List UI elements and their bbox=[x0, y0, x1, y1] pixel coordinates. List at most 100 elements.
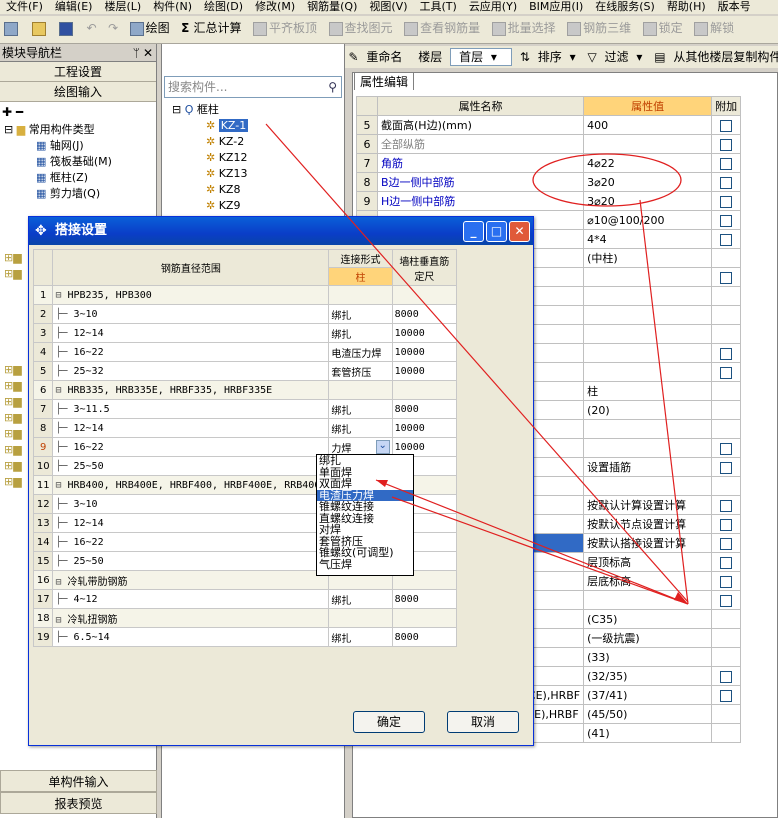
prop-value[interactable] bbox=[583, 419, 713, 439]
menu-item[interactable]: 版本号 bbox=[712, 0, 757, 14]
view-qty-button[interactable]: 查看钢筋量 bbox=[400, 16, 484, 40]
report-preview-button[interactable]: 报表预览 bbox=[0, 792, 157, 814]
prop-value[interactable]: 按默认节点设置计算 bbox=[583, 514, 713, 534]
expand-collapse-icons[interactable]: ✚ ━ bbox=[0, 102, 156, 122]
tree-item[interactable]: ✲ KZ12 bbox=[172, 150, 248, 166]
rename-button[interactable]: ✎ 重命名 bbox=[345, 46, 411, 68]
prop-value[interactable] bbox=[583, 438, 713, 458]
cancel-button[interactable]: 取消 bbox=[447, 711, 519, 733]
lap-row[interactable]: 7 ├─ 3~11.5 绑扎 8000 bbox=[32, 399, 458, 419]
filter-button[interactable]: ▽ 过滤 ▾ bbox=[583, 46, 646, 68]
tree-common-types[interactable]: ⊟ ▆ 常用构件类型 bbox=[0, 122, 156, 138]
attach-checkbox[interactable] bbox=[720, 461, 733, 474]
collapse-icon[interactable]: ⊟ bbox=[172, 103, 181, 116]
prop-value[interactable]: (37/41) bbox=[583, 685, 713, 705]
attach-checkbox[interactable] bbox=[720, 518, 733, 531]
sort-button[interactable]: ⇅ 排序 ▾ bbox=[516, 46, 580, 68]
floor-select[interactable]: 首层 ▾ bbox=[450, 48, 513, 66]
attach-checkbox[interactable] bbox=[720, 214, 733, 227]
attach-checkbox[interactable] bbox=[720, 575, 733, 588]
lap-length-cell[interactable]: 8000 bbox=[391, 589, 458, 609]
prop-value[interactable]: 4*4 bbox=[583, 229, 713, 249]
attach-checkbox[interactable] bbox=[720, 233, 733, 246]
menu-item[interactable]: 在线服务(S) bbox=[589, 0, 661, 14]
lap-length-cell[interactable]: 10000 bbox=[391, 361, 458, 381]
draw-button[interactable]: 绘图 bbox=[126, 16, 174, 40]
tree-item[interactable]: ✲ KZ13 bbox=[172, 166, 248, 182]
attach-checkbox[interactable] bbox=[720, 499, 733, 512]
flat-button[interactable]: 平齐板顶 bbox=[249, 16, 321, 40]
menu-item[interactable]: 云应用(Y) bbox=[463, 0, 523, 14]
prop-value[interactable] bbox=[583, 267, 713, 287]
lap-row[interactable]: 6 ⊟ HRB335, HRB335E, HRBF335, HRBF335E bbox=[32, 380, 458, 400]
prop-row[interactable]: 8 B边一侧中部筋 3⌀20 bbox=[356, 172, 742, 192]
dropdown-option[interactable]: 锥螺纹连接 bbox=[317, 501, 413, 513]
batch-button[interactable]: 批量选择 bbox=[488, 16, 560, 40]
menu-item[interactable]: 编辑(E) bbox=[49, 0, 99, 14]
attach-checkbox[interactable] bbox=[720, 195, 733, 208]
prop-value[interactable]: (一级抗震) bbox=[583, 628, 713, 648]
attach-checkbox[interactable] bbox=[720, 138, 733, 151]
lap-row[interactable]: 1 ⊟ HPB235, HPB300 bbox=[32, 285, 458, 305]
lap-row[interactable]: 17 ├─ 4~12 绑扎 8000 bbox=[32, 589, 458, 609]
copy-from-floor-button[interactable]: ▤ 从其他楼层复制构件 bbox=[650, 46, 778, 68]
prop-value[interactable]: (33) bbox=[583, 647, 713, 667]
single-input-button[interactable]: 单构件输入 bbox=[0, 770, 157, 792]
menu-item[interactable]: 帮助(H) bbox=[661, 0, 712, 14]
attach-checkbox[interactable] bbox=[720, 670, 733, 683]
lap-conn-cell[interactable]: 绑扎 bbox=[328, 399, 393, 419]
prop-value[interactable] bbox=[583, 134, 713, 154]
prop-value[interactable] bbox=[583, 590, 713, 610]
prop-row[interactable]: 6 全部纵筋 bbox=[356, 134, 742, 154]
lap-row[interactable]: 8 ├─ 12~14 绑扎 10000 bbox=[32, 418, 458, 438]
lap-conn-cell[interactable]: 绑扎 bbox=[328, 418, 393, 438]
lap-length-cell[interactable] bbox=[391, 608, 458, 628]
attach-checkbox[interactable] bbox=[720, 594, 733, 607]
project-settings-button[interactable]: 工程设置 bbox=[0, 62, 156, 82]
attach-checkbox[interactable] bbox=[720, 347, 733, 360]
lap-conn-cell[interactable]: 绑扎 bbox=[328, 589, 393, 609]
prop-value[interactable] bbox=[583, 362, 713, 382]
search-input[interactable]: 搜索构件... ⚲ bbox=[164, 76, 342, 98]
dropdown-option[interactable]: 双面焊 bbox=[317, 478, 413, 490]
prop-row[interactable]: 9 H边一侧中部筋 3⌀20 bbox=[356, 191, 742, 211]
lap-length-cell[interactable] bbox=[391, 285, 458, 305]
prop-value[interactable]: 按默认搭接设置计算 bbox=[583, 533, 713, 553]
lap-row[interactable]: 4 ├─ 16~22 电渣压力焊 10000 bbox=[32, 342, 458, 362]
collapse-icon[interactable]: ⊟ bbox=[55, 480, 67, 491]
tree-item[interactable]: ✲ KZ-1 bbox=[172, 118, 249, 134]
chevron-down-icon[interactable]: ⌄ bbox=[375, 440, 390, 454]
attach-checkbox[interactable] bbox=[720, 537, 733, 550]
collapse-icon[interactable]: ⊟ bbox=[55, 615, 67, 626]
lap-length-cell[interactable]: 10000 bbox=[391, 342, 458, 362]
lap-conn-cell[interactable]: 绑扎 bbox=[328, 627, 393, 647]
sum-button[interactable]: Σ 汇总计算 bbox=[177, 16, 245, 40]
attach-checkbox[interactable] bbox=[720, 689, 733, 702]
lap-length-cell[interactable]: 8000 bbox=[391, 399, 458, 419]
lap-conn-cell[interactable] bbox=[328, 608, 393, 628]
lock-button[interactable]: 锁定 bbox=[639, 16, 687, 40]
attach-checkbox[interactable] bbox=[720, 556, 733, 569]
undo-icon[interactable]: ↶ bbox=[83, 16, 101, 40]
dropdown-option[interactable]: 绑扎 bbox=[317, 455, 413, 467]
attach-checkbox[interactable] bbox=[720, 119, 733, 132]
lap-length-cell[interactable]: 10000 bbox=[391, 323, 458, 343]
prop-value[interactable]: (C35) bbox=[583, 609, 713, 629]
lap-length-cell[interactable]: 10000 bbox=[391, 418, 458, 438]
prop-value[interactable] bbox=[583, 343, 713, 363]
prop-value[interactable]: (41) bbox=[583, 723, 713, 743]
menu-item[interactable]: BIM应用(I) bbox=[523, 0, 589, 14]
collapse-icon[interactable]: ⊟ bbox=[4, 123, 13, 136]
dialog-close-icon[interactable]: ✕ bbox=[509, 221, 530, 242]
draw-input-button[interactable]: 绘图输入 bbox=[0, 82, 156, 102]
ok-button[interactable]: 确定 bbox=[353, 711, 425, 733]
attach-checkbox[interactable] bbox=[720, 176, 733, 189]
menu-item[interactable]: 构件(N) bbox=[147, 0, 198, 14]
new-file-icon[interactable] bbox=[0, 16, 24, 40]
prop-value[interactable]: (20) bbox=[583, 400, 713, 420]
dropdown-option[interactable]: 锥螺纹(可调型) bbox=[317, 547, 413, 559]
lap-row[interactable]: 19 ├─ 6.5~14 绑扎 8000 bbox=[32, 627, 458, 647]
prop-value[interactable]: 4⌀22 bbox=[583, 153, 713, 173]
find-button[interactable]: 查找图元 bbox=[325, 16, 397, 40]
prop-value[interactable] bbox=[583, 324, 713, 344]
